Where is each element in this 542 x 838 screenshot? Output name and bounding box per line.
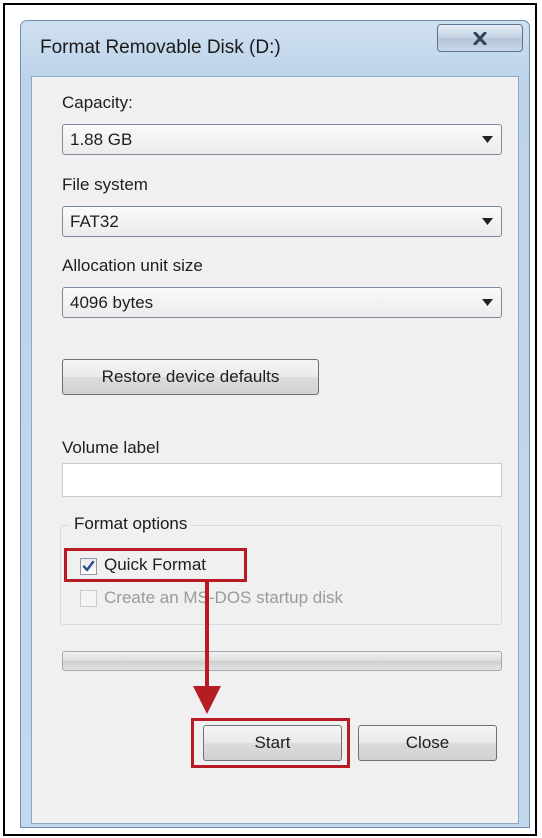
format-options-title: Format options — [70, 514, 192, 534]
close-icon — [473, 31, 487, 45]
dropdown-arrow-icon — [482, 136, 493, 143]
allocation-label: Allocation unit size — [62, 256, 203, 275]
file-system-select[interactable]: FAT32 — [62, 206, 502, 237]
close-button[interactable]: Close — [358, 725, 497, 761]
allocation-value: 4096 bytes — [70, 293, 154, 312]
dropdown-arrow-icon — [482, 218, 493, 225]
volume-label-input[interactable] — [62, 463, 502, 497]
start-highlight-box — [191, 718, 350, 768]
close-window-button[interactable] — [437, 24, 523, 52]
format-progress-bar — [62, 651, 502, 671]
capacity-select[interactable]: 1.88 GB — [62, 124, 502, 155]
file-system-label: File system — [62, 175, 148, 194]
capacity-label: Capacity: — [62, 93, 133, 112]
allocation-select[interactable]: 4096 bytes — [62, 287, 502, 318]
restore-defaults-button[interactable]: Restore device defaults — [62, 359, 319, 395]
volume-label-label: Volume label — [62, 438, 160, 457]
quick-format-highlight-box — [64, 548, 247, 582]
capacity-value: 1.88 GB — [70, 130, 133, 149]
msdos-startup-checkbox[interactable] — [80, 590, 97, 607]
dropdown-arrow-icon — [482, 299, 493, 306]
file-system-value: FAT32 — [70, 212, 119, 231]
dialog-title: Format Removable Disk (D:) — [40, 37, 281, 58]
msdos-startup-label: Create an MS-DOS startup disk — [104, 588, 344, 607]
